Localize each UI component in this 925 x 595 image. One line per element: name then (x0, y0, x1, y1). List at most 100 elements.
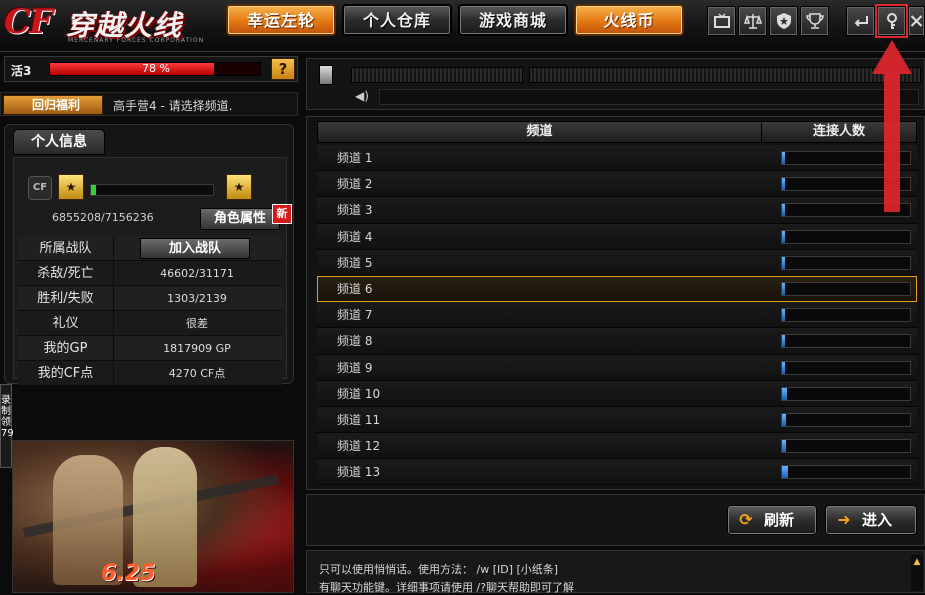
help-button[interactable]: ? (271, 58, 295, 80)
stat-label: 礼仪 (18, 311, 114, 336)
channel-row[interactable]: 频道 5 (317, 249, 917, 276)
stat-row-gp: 我的GP 1817909 GP (18, 336, 282, 361)
channel-row[interactable]: 频道 10 (317, 380, 917, 407)
channel-row[interactable]: 频道 6 (317, 275, 917, 303)
channel-row[interactable]: 频道 9 (317, 354, 917, 381)
refresh-icon: ⟳ (739, 510, 753, 529)
ranking-button[interactable] (800, 6, 829, 36)
stat-label: 所属战队 (18, 236, 114, 261)
channel-load-fill (782, 204, 785, 217)
top-bar: CF 穿越火线 MERCENARY FORCES CORPORATION 幸运左… (0, 0, 925, 52)
tv-icon (713, 13, 730, 28)
channel-load-fill (782, 440, 786, 453)
media-track[interactable] (529, 67, 921, 83)
channel-name: 频道 11 (337, 412, 381, 427)
vitality-bar: 活3 78 % (4, 56, 298, 82)
chat-line: 只可以使用悄悄话。使用方法： /w [ID] [小纸条] (319, 563, 559, 576)
channel-name: 频道 12 (337, 439, 381, 454)
nav-shop-button[interactable]: 游戏商城 (458, 4, 568, 36)
stat-value: 1817909 GP (163, 342, 231, 355)
channel-row[interactable]: 频道 8 (317, 328, 917, 355)
stat-value: 4270 CF点 (168, 367, 226, 380)
stat-label: 杀敌/死亡 (18, 261, 114, 286)
media-track[interactable] (351, 67, 523, 83)
channel-name: 频道 10 (337, 386, 381, 401)
channel-name: 频道 7 (337, 308, 373, 323)
channel-load-fill (782, 230, 785, 243)
back-button[interactable] (846, 6, 875, 36)
channel-name: 频道 13 (337, 465, 381, 480)
join-clan-button[interactable]: 加入战队 (140, 238, 250, 259)
record-side-tab[interactable]: 录 制 领 79 (0, 384, 14, 468)
channel-row[interactable]: 频道 12 (317, 433, 917, 460)
channel-name: 频道 4 (337, 229, 373, 244)
tab-profile[interactable]: 个人信息 (13, 129, 105, 155)
promo-banner[interactable]: 6.25 (12, 440, 294, 593)
channel-load-bar (781, 412, 911, 427)
channel-load-bar (781, 334, 911, 349)
tv-button[interactable] (707, 6, 736, 36)
annotation-arrow-icon (872, 40, 912, 212)
header-channel[interactable]: 频道 (318, 122, 762, 142)
channel-row[interactable]: 频道 4 (317, 223, 917, 250)
channel-load-fill (782, 413, 786, 426)
vitality-track: 78 % (49, 62, 261, 76)
channel-load-fill (782, 361, 785, 374)
speaker-icon[interactable]: ◀) (355, 89, 369, 103)
channel-load-fill (782, 152, 785, 164)
channel-name: 频道 5 (337, 255, 373, 270)
refresh-label: 刷新 (764, 511, 795, 529)
channel-load-fill (782, 387, 787, 400)
profile-panel: 个人信息 CF ★ ★ 6855208/7156236 角色属性 新 所属战队 … (4, 124, 294, 386)
game-logo: CF 穿越火线 MERCENARY FORCES CORPORATION (4, 2, 220, 48)
close-icon (910, 15, 923, 27)
channel-row[interactable]: 频道 11 (317, 406, 917, 434)
stat-row-clan: 所属战队 加入战队 (18, 236, 282, 261)
stat-value: 1303/2139 (167, 292, 227, 305)
profile-inner: CF ★ ★ 6855208/7156236 角色属性 新 所属战队 加入战队 … (13, 157, 292, 386)
role-attributes-button[interactable]: 角色属性 (200, 208, 280, 230)
clan-button[interactable] (769, 6, 798, 36)
balance-button[interactable] (738, 6, 767, 36)
notice-bar: 回归福利 高手营4 - 请选择频道. (0, 92, 298, 116)
enter-label: 进入 (862, 511, 893, 529)
nav-warehouse-button[interactable]: 个人仓库 (342, 4, 452, 36)
scroll-up-icon[interactable]: ▲ (911, 557, 923, 567)
close-button[interactable] (908, 6, 925, 36)
chat-panel: 只可以使用悄悄话。使用方法： /w [ID] [小纸条] 有聊天功能键。详细事项… (306, 550, 925, 594)
key-button[interactable] (875, 4, 908, 38)
promo-date: 6.25 (101, 561, 156, 586)
channel-row[interactable]: 频道 2 (317, 171, 917, 198)
channel-load-fill (782, 178, 785, 191)
logo-subtitle: MERCENARY FORCES CORPORATION (68, 37, 205, 44)
slider-handle[interactable] (319, 65, 333, 85)
stat-label: 胜利/失败 (18, 286, 114, 311)
channel-row[interactable]: 频道 13 (317, 459, 917, 486)
channel-load-bar (781, 360, 911, 375)
media-bar: ◀) (306, 58, 925, 110)
stat-value: 46602/31171 (160, 267, 234, 280)
scale-icon (743, 14, 762, 29)
channel-name: 频道 2 (337, 177, 373, 192)
nav-cf-coin-button[interactable]: 火线币 (574, 4, 684, 36)
channel-row[interactable]: 频道 7 (317, 302, 917, 329)
volume-track[interactable] (379, 89, 919, 105)
return-welfare-tag[interactable]: 回归福利 (3, 95, 103, 115)
logo-mark: CF (4, 2, 53, 42)
stat-value: 很差 (186, 317, 208, 330)
xp-bar (90, 184, 214, 196)
nav-lucky-revolver-button[interactable]: 幸运左轮 (226, 4, 336, 36)
channel-load-bar (781, 255, 911, 270)
channel-list: 频道 1 频道 2 频道 3 频道 4 频道 5 频道 6 频道 7 频道 8 频道 9 频道 1… (317, 145, 917, 486)
enter-button[interactable]: ➜ 进入 (825, 505, 917, 535)
channel-name: 频道 9 (337, 360, 373, 375)
xp-text: 6855208/7156236 (52, 211, 154, 224)
channel-load-bar (781, 465, 911, 480)
channel-row[interactable]: 频道 3 (317, 197, 917, 224)
channel-row[interactable]: 频道 1 (317, 145, 917, 172)
stat-row-cf-points: 我的CF点 4270 CF点 (18, 361, 282, 386)
refresh-button[interactable]: ⟳ 刷新 (727, 505, 817, 535)
channel-name: 频道 1 (337, 151, 373, 165)
channel-name: 频道 3 (337, 203, 373, 218)
notice-text: 高手营4 - 请选择频道. (113, 99, 233, 113)
